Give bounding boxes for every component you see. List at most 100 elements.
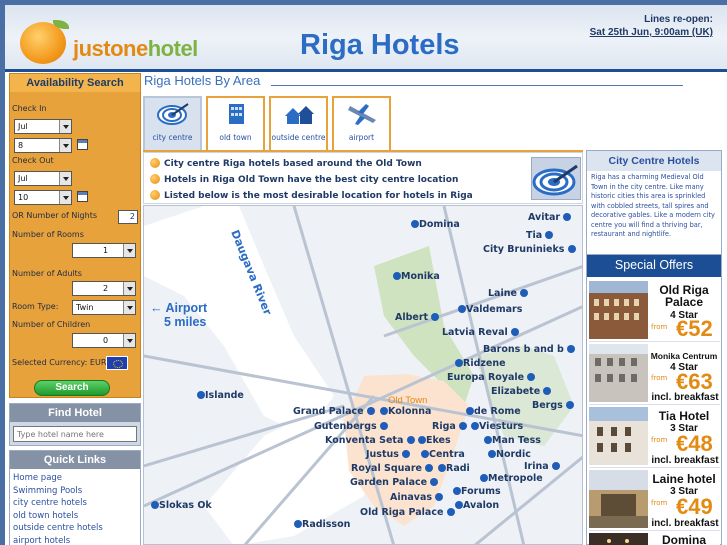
hotel-marker[interactable]: Tia <box>526 230 554 241</box>
check-out-day-select[interactable]: 10 <box>14 190 72 205</box>
offer-hotel-name: Monika Centrum <box>650 351 718 361</box>
hotel-marker[interactable]: Forums <box>453 486 501 497</box>
tab-airport[interactable]: airport <box>332 96 391 150</box>
search-button[interactable]: Search <box>34 380 110 396</box>
hotel-marker[interactable]: Metropole <box>480 473 543 484</box>
right-column: City Centre Hotels Riga has a charming M… <box>586 150 722 545</box>
offer-hotel-name: Tia Hotel <box>658 409 710 423</box>
hotel-marker[interactable]: Centra <box>421 449 465 460</box>
calendar-icon[interactable] <box>77 191 88 202</box>
quick-link-pools[interactable]: Swimming Pools <box>13 485 137 498</box>
hotel-marker[interactable]: Kolonna <box>380 406 431 417</box>
hotel-marker[interactable]: Old Riga Palace <box>360 507 455 518</box>
airport-direction[interactable]: ← Airport 5 miles <box>150 301 207 329</box>
offer-card[interactable]: Domina <box>589 533 720 545</box>
hotel-marker[interactable]: Radi <box>438 463 470 474</box>
hotel-marker[interactable]: Avitar <box>528 212 572 223</box>
hotel-name-input[interactable] <box>13 426 137 442</box>
sidebar: Availability Search Check In Jul 8 Check… <box>9 73 141 545</box>
orange-icon <box>20 22 66 64</box>
map-pin-icon <box>380 407 388 415</box>
offer-card[interactable]: Old Riga Palace 4 Star from €52 <box>589 281 720 342</box>
rooms-label: Number of Rooms <box>12 230 84 239</box>
children-select[interactable]: 0 <box>72 333 136 348</box>
hotel-marker[interactable]: Grand Palace <box>293 406 375 417</box>
target-icon <box>532 164 578 196</box>
hotel-marker[interactable]: Man Tess <box>484 435 541 446</box>
room-type-select[interactable]: Twin <box>72 300 136 315</box>
hotel-marker[interactable]: Ainavas <box>390 492 444 503</box>
hotel-marker[interactable]: Slokas Ok <box>151 500 212 511</box>
quick-link-old-town[interactable]: old town hotels <box>13 510 137 523</box>
hotel-marker[interactable]: Avalon <box>455 500 499 511</box>
tab-outside-centre[interactable]: outside centre <box>269 96 328 150</box>
check-in-month-select[interactable]: Jul <box>14 119 72 134</box>
hotel-marker[interactable]: Nordic <box>488 449 531 460</box>
map-pin-icon <box>459 422 468 430</box>
hotel-marker[interactable]: Bergs <box>532 400 575 411</box>
hotel-marker[interactable]: Royal Square <box>351 463 434 474</box>
info-line: City centre Riga hotels based around the… <box>150 158 422 169</box>
hotel-marker[interactable]: Islande <box>197 390 244 401</box>
hotel-marker[interactable]: Latvia Reval <box>442 327 520 338</box>
hotel-marker[interactable]: Irina <box>524 461 560 472</box>
hotel-marker[interactable]: Gutenbergs <box>314 421 389 432</box>
map-pin-icon <box>421 450 429 458</box>
tab-city-centre[interactable]: city centre <box>143 96 202 150</box>
eu-flag-icon[interactable] <box>106 356 128 370</box>
quick-link-city-centre[interactable]: city centre hotels <box>13 497 137 510</box>
special-offers-panel: Special Offers Old Riga Palace 4 Star fr… <box>586 254 722 545</box>
hotel-marker[interactable]: Elizabete <box>491 386 552 397</box>
quick-link-home[interactable]: Home page <box>13 472 137 485</box>
airport-label: ← Airport <box>150 301 208 315</box>
hotel-marker[interactable]: Ekes <box>418 435 451 446</box>
hotel-marker[interactable]: Viesturs <box>471 421 523 432</box>
logo-text: justonehotel <box>73 36 198 61</box>
offer-hotel-name: Laine hotel <box>652 472 716 486</box>
calendar-icon[interactable] <box>77 139 88 150</box>
reopen-time-link[interactable]: Sat 25th Jun, 9:00am (UK) <box>590 26 713 39</box>
adults-label: Number of Adults <box>12 269 82 278</box>
nights-input[interactable]: 2 <box>118 210 138 224</box>
hotel-marker[interactable]: Radisson <box>294 519 350 530</box>
check-out-label: Check Out <box>12 156 54 165</box>
offer-from: from <box>651 374 668 382</box>
chevron-down-icon <box>59 172 71 185</box>
logo[interactable]: justonehotel <box>17 20 207 68</box>
tab-old-town[interactable]: old town <box>206 96 265 150</box>
hotel-marker[interactable]: City Bruninieks <box>483 244 576 255</box>
hotel-marker[interactable]: Albert <box>395 312 440 323</box>
map-pin-icon <box>471 422 479 430</box>
hotel-marker[interactable]: Europa Royale <box>447 372 536 383</box>
quick-link-airport[interactable]: airport hotels <box>13 535 137 545</box>
rooms-select[interactable]: 1 <box>72 243 136 258</box>
hotel-marker[interactable]: Monika <box>393 271 440 282</box>
offer-card[interactable]: Tia Hotel 3 Star from €48 incl. breakfas… <box>589 407 720 468</box>
map-pin-icon <box>435 493 444 501</box>
map-pin-icon <box>406 436 415 444</box>
hotel-marker[interactable]: Justus <box>366 449 411 460</box>
map-pin-icon <box>567 345 576 353</box>
check-in-day-select[interactable]: 8 <box>14 138 72 153</box>
map-pin-icon <box>380 422 389 430</box>
hotel-marker[interactable]: Garden Palace <box>350 477 439 488</box>
map-pin-icon <box>151 501 159 509</box>
hotel-marker[interactable]: Valdemars <box>458 304 522 315</box>
offer-card[interactable]: Laine hotel 3 Star from €49 incl. breakf… <box>589 470 720 531</box>
check-out-month-select[interactable]: Jul <box>14 171 72 186</box>
find-hotel-panel: Find Hotel <box>9 403 141 446</box>
hotel-marker[interactable]: Riga <box>432 421 468 432</box>
hotel-marker[interactable]: Barons b and b <box>483 344 576 355</box>
hotel-marker[interactable]: Ridzene <box>455 358 506 369</box>
quick-link-outside-centre[interactable]: outside centre hotels <box>13 522 137 535</box>
hotel-marker[interactable]: Domina <box>411 219 460 230</box>
nights-label: OR Number of Nights <box>12 211 97 220</box>
offer-card[interactable]: Monika Centrum 4 Star from €63 incl. bre… <box>589 344 720 405</box>
offer-hotel-name: Old Riga Palace <box>659 283 709 309</box>
adults-select[interactable]: 2 <box>72 281 136 296</box>
map-pin-icon <box>294 520 302 528</box>
area-title: Riga Hotels By Area <box>144 73 261 88</box>
hotel-marker[interactable]: Laine <box>488 288 529 299</box>
hotel-marker[interactable]: de Rome <box>466 406 521 417</box>
hotel-marker[interactable]: Konventa Seta <box>325 435 415 446</box>
